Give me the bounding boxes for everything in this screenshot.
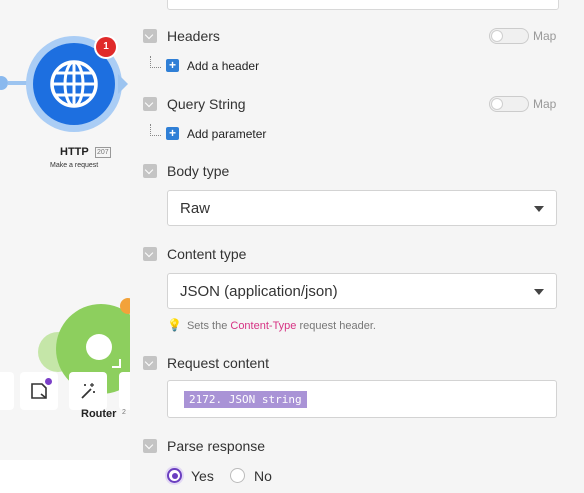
- request-content-label: Request content: [167, 355, 269, 371]
- parse-response-collapse-checkbox[interactable]: [143, 439, 157, 453]
- body-type-select[interactable]: Raw: [167, 190, 557, 226]
- chevron-down-icon: [534, 206, 544, 212]
- hint-suffix: request header.: [299, 320, 376, 332]
- magic-wand-icon: [81, 383, 95, 399]
- url-field[interactable]: [167, 0, 559, 10]
- headers-collapse-checkbox[interactable]: [143, 29, 157, 43]
- mapped-value-token[interactable]: 2172. JSON string: [184, 391, 307, 408]
- add-parameter-icon[interactable]: +: [166, 127, 179, 140]
- notification-dot: [45, 378, 52, 385]
- add-parameter-button[interactable]: Add parameter: [187, 127, 266, 141]
- connector-dot: [0, 76, 8, 90]
- note-icon: [31, 383, 47, 399]
- body-type-label: Body type: [167, 163, 230, 179]
- canvas-bottom-bar: [0, 460, 130, 493]
- toolbar-item[interactable]: [0, 372, 14, 410]
- router-status-dot: [120, 298, 130, 314]
- request-content-field[interactable]: 2172. JSON string: [167, 380, 557, 418]
- content-type-value: JSON (application/json): [180, 283, 338, 300]
- request-content-collapse-checkbox[interactable]: [143, 356, 157, 370]
- toggle-knob: [491, 30, 503, 42]
- toggle-knob: [491, 98, 503, 110]
- headers-label: Headers: [167, 28, 220, 44]
- tree-connector: [150, 124, 161, 136]
- http-module-title: HTTP: [60, 146, 89, 158]
- tree-connector: [150, 56, 161, 68]
- parse-response-no-radio[interactable]: [230, 468, 245, 483]
- parse-response-no-label[interactable]: No: [254, 468, 272, 484]
- connector-arrow: [118, 74, 128, 94]
- content-type-collapse-checkbox[interactable]: [143, 247, 157, 261]
- hint-highlight: Content-Type: [230, 320, 297, 332]
- note-button[interactable]: [20, 372, 58, 410]
- router-corner-mark: [112, 359, 121, 368]
- magic-button[interactable]: [69, 372, 107, 410]
- query-string-map-label: Map: [533, 97, 557, 111]
- content-type-select[interactable]: JSON (application/json): [167, 273, 557, 309]
- query-string-label: Query String: [167, 96, 246, 112]
- lightbulb-icon: 💡: [167, 318, 182, 332]
- module-settings-panel: Headers Map + Add a header Query String …: [130, 0, 584, 493]
- add-header-button[interactable]: Add a header: [187, 59, 259, 73]
- content-type-hint: 💡 Sets the Content-Type request header.: [167, 318, 376, 333]
- headers-map-label: Map: [533, 29, 557, 43]
- globe-icon: [50, 60, 98, 108]
- scenario-canvas[interactable]: 1 HTTP 207 Make a request Router 2: [0, 0, 130, 493]
- query-string-collapse-checkbox[interactable]: [143, 97, 157, 111]
- http-module-id: 207: [95, 147, 111, 158]
- router-id: 2: [122, 409, 126, 416]
- headers-map-toggle[interactable]: [489, 28, 529, 44]
- chevron-down-icon: [534, 289, 544, 295]
- parse-response-yes-label[interactable]: Yes: [191, 468, 214, 484]
- toolbar-item[interactable]: [119, 372, 130, 410]
- body-type-value: Raw: [180, 200, 211, 217]
- router-icon: [86, 334, 112, 360]
- parse-response-label: Parse response: [167, 438, 266, 454]
- error-badge[interactable]: 1: [96, 37, 116, 57]
- query-string-map-toggle[interactable]: [489, 96, 529, 112]
- body-type-collapse-checkbox[interactable]: [143, 164, 157, 178]
- http-module-subtitle: Make a request: [50, 162, 99, 169]
- parse-response-yes-radio[interactable]: [167, 468, 182, 483]
- add-header-icon[interactable]: +: [166, 59, 179, 72]
- content-type-label: Content type: [167, 246, 247, 262]
- router-label: Router: [81, 408, 117, 420]
- hint-prefix: Sets the: [186, 320, 228, 332]
